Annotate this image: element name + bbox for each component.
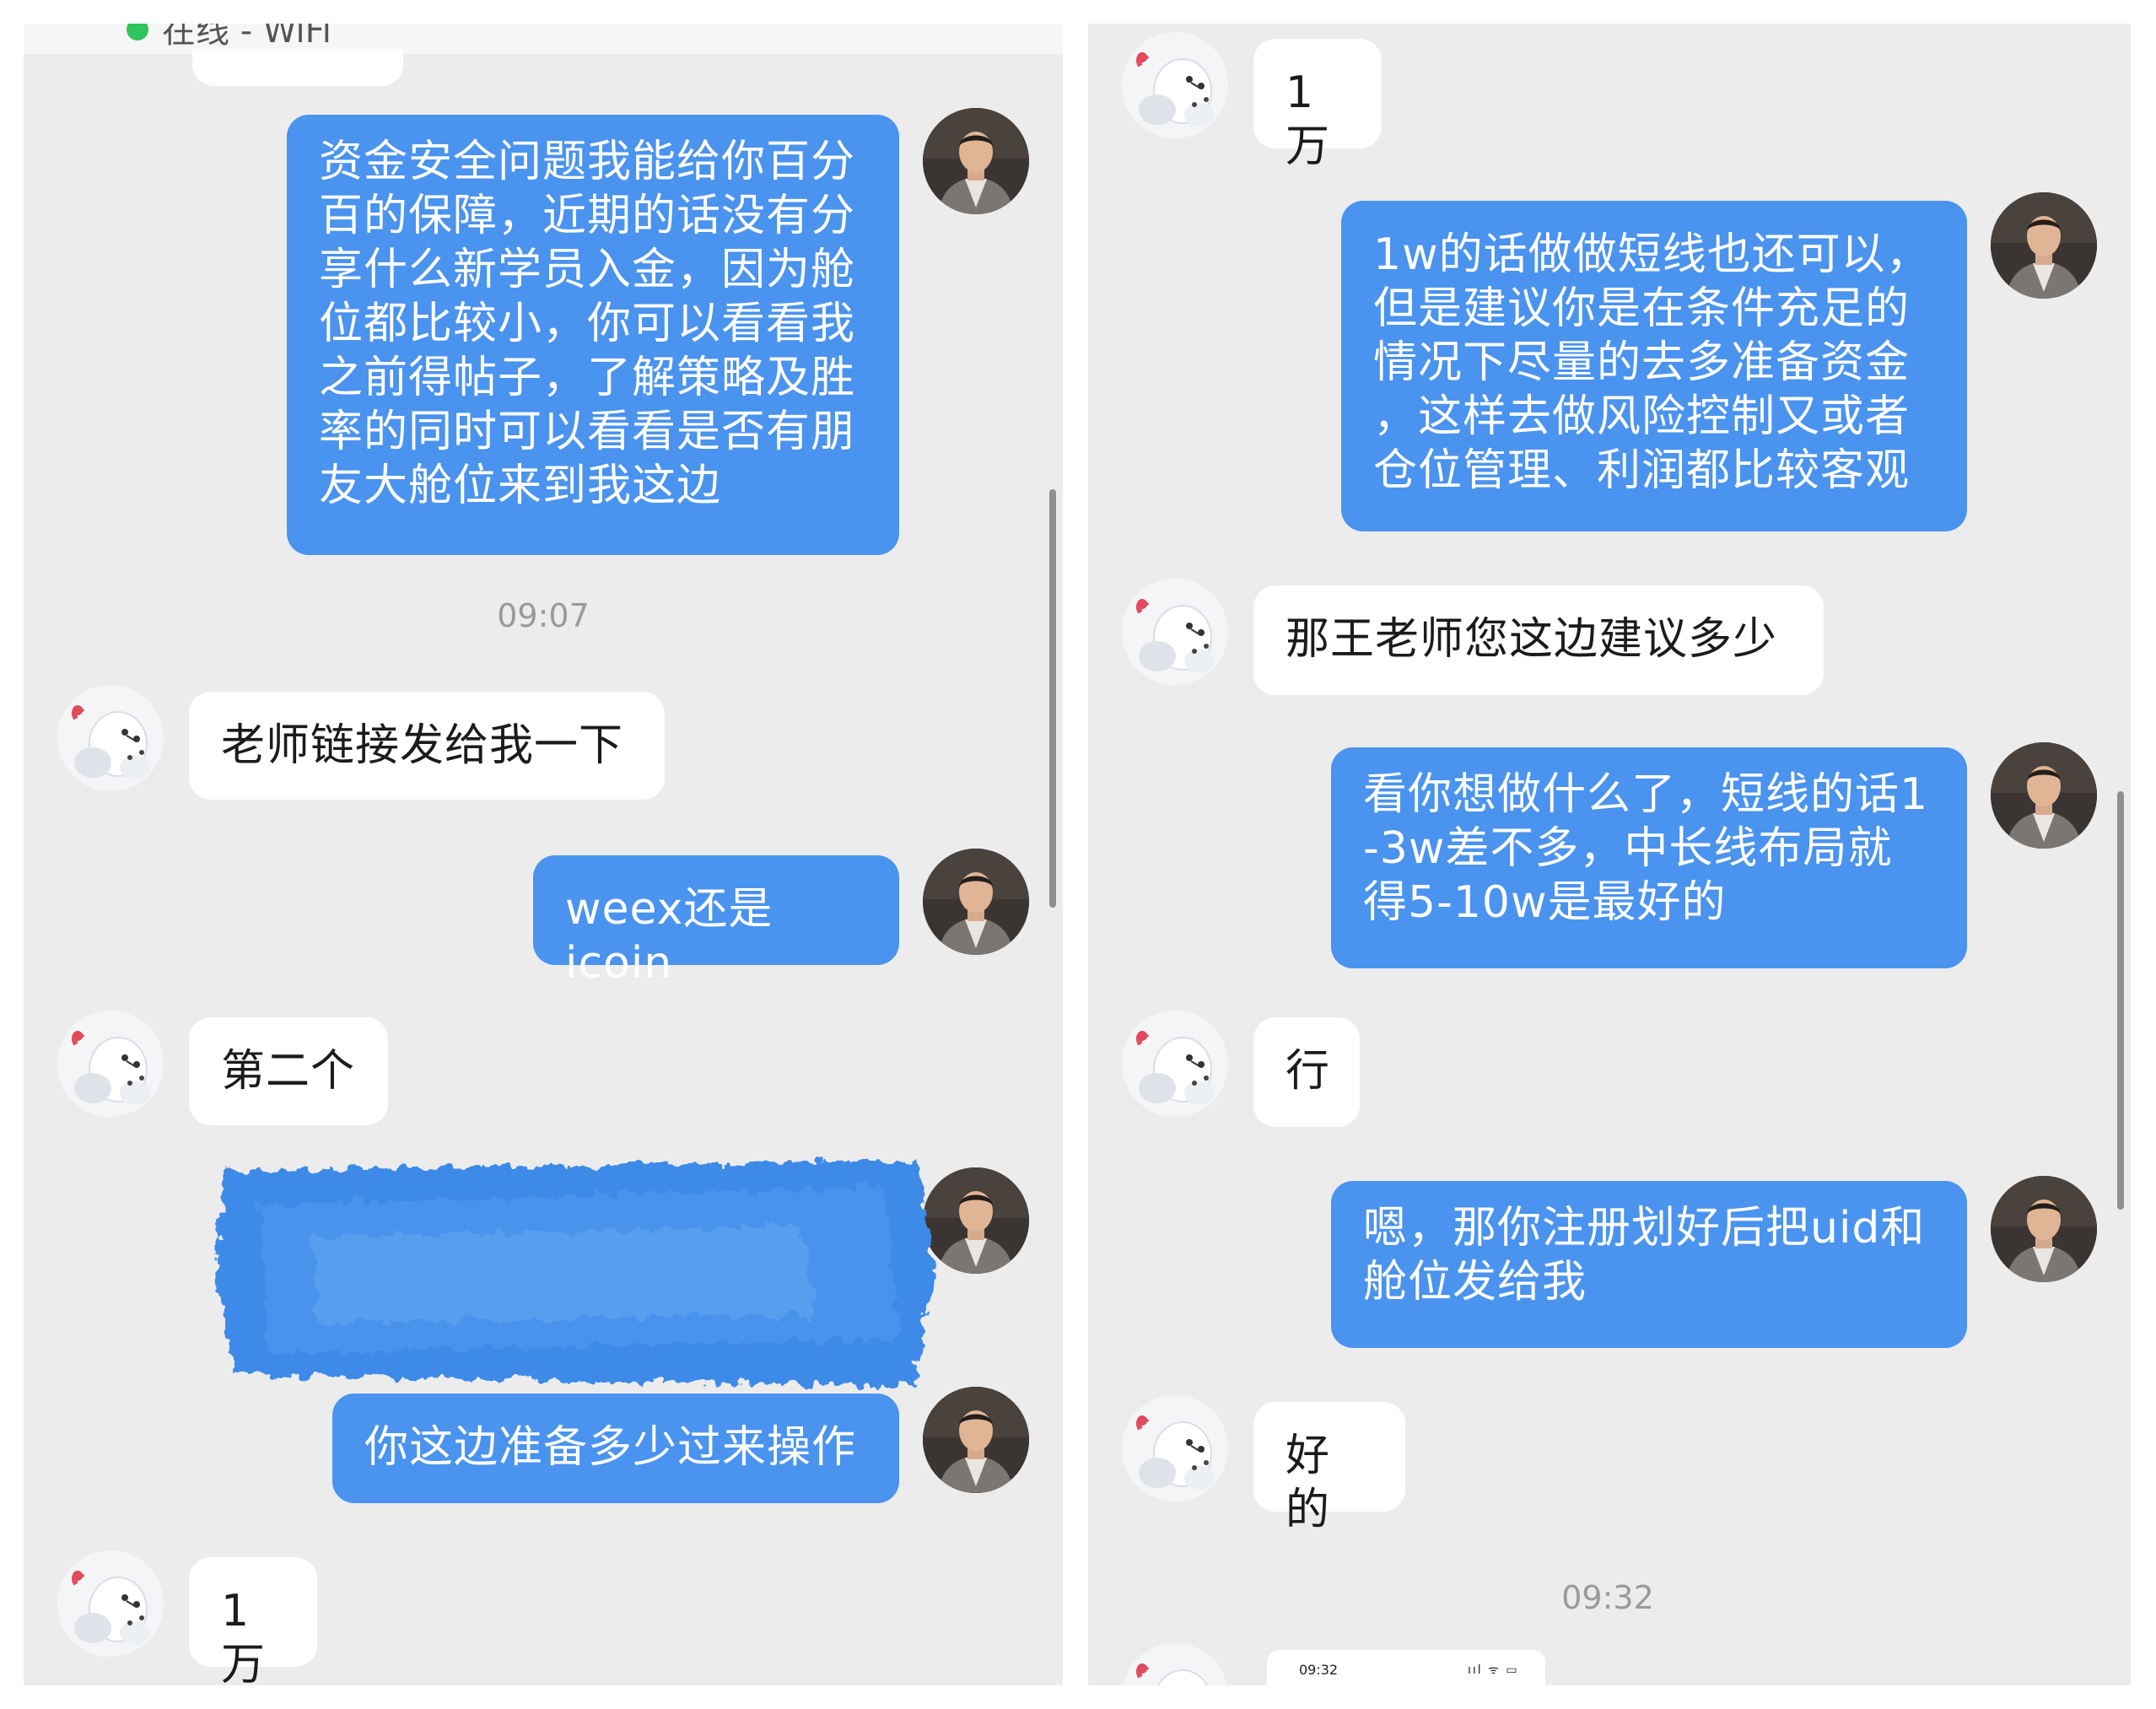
mini-status-time: 09:32 [1299, 1662, 1339, 1678]
chat-panel-left[interactable]: 在线 - WiFi 资金安全问题我能给你百分 百的保障，近期的话没有分 享什么新… [24, 24, 1063, 1685]
message-bubble-incoming[interactable]: 1万 [1253, 39, 1382, 172]
previous-message-bubble [192, 49, 403, 86]
message-bubble-outgoing[interactable]: 你这边准备多少过来操作 [332, 1394, 899, 1503]
message-bubble-outgoing[interactable]: 资金安全问题我能给你百分 百的保障，近期的话没有分 享什么新学员入金，因为舱 位… [287, 115, 899, 555]
message-bubble-outgoing[interactable]: 嗯，那你注册划好后把uid和 舱位发给我 [1331, 1181, 1967, 1348]
timestamp: 09:32 [1561, 1579, 1654, 1616]
scrollbar[interactable] [1049, 489, 1056, 908]
online-indicator-icon [127, 24, 148, 40]
contact-avatar-icon[interactable] [57, 1550, 164, 1657]
timestamp: 09:07 [497, 597, 590, 634]
message-bubble-incoming[interactable]: 1万 [189, 1557, 317, 1685]
message-bubble-incoming[interactable]: 老师链接发给我一下 [189, 692, 665, 800]
contact-avatar-icon[interactable] [1122, 579, 1228, 685]
scrollbar[interactable] [2117, 791, 2124, 1210]
redacted-message-scribble [209, 1146, 943, 1390]
contact-avatar-icon[interactable] [1122, 1643, 1228, 1685]
contact-avatar-icon[interactable] [1122, 1011, 1228, 1117]
self-avatar-icon[interactable] [1991, 192, 2097, 299]
message-bubble-outgoing[interactable]: 1w的话做做短线也还可以， 但是建议你是在条件充足的 情况下尽量的去多准备资金 … [1341, 201, 1967, 531]
contact-avatar-icon[interactable] [1122, 32, 1228, 138]
contact-avatar-icon[interactable] [57, 1011, 164, 1117]
message-bubble-incoming[interactable]: 行 [1253, 1017, 1360, 1127]
self-avatar-icon[interactable] [923, 108, 1029, 214]
self-avatar-icon[interactable] [1991, 742, 2097, 849]
self-avatar-icon[interactable] [1991, 1176, 2097, 1282]
top-status-strip: 在线 - WiFi [24, 24, 1063, 54]
mini-status-icons: ııl ᯤ ▭ [1468, 1663, 1519, 1677]
contact-avatar-icon[interactable] [57, 685, 164, 791]
self-avatar-icon[interactable] [923, 849, 1029, 955]
message-bubble-incoming[interactable]: 那王老师您这边建议多少 [1253, 585, 1824, 695]
contact-avatar-icon[interactable] [1122, 1395, 1228, 1501]
online-status-text: 在线 - WiFi [162, 24, 331, 51]
embedded-screenshot-status-bar: 09:32 ııl ᯤ ▭ [1267, 1650, 1545, 1685]
message-bubble-outgoing[interactable]: 看你想做什么了，短线的话1 -3w差不多，中长线布局就 得5-10w是最好的 [1331, 747, 1967, 968]
message-bubble-incoming[interactable]: 第二个 [189, 1017, 388, 1125]
message-bubble-incoming[interactable]: 好的 [1253, 1402, 1405, 1535]
self-avatar-icon[interactable] [923, 1387, 1029, 1493]
chat-panel-right[interactable]: 1万 1w的话做做短线也还可以， 但是建议你是在条件充足的 情况下尽量的去多准备… [1088, 24, 2131, 1685]
message-bubble-outgoing[interactable]: weex还是icoin [533, 855, 899, 989]
